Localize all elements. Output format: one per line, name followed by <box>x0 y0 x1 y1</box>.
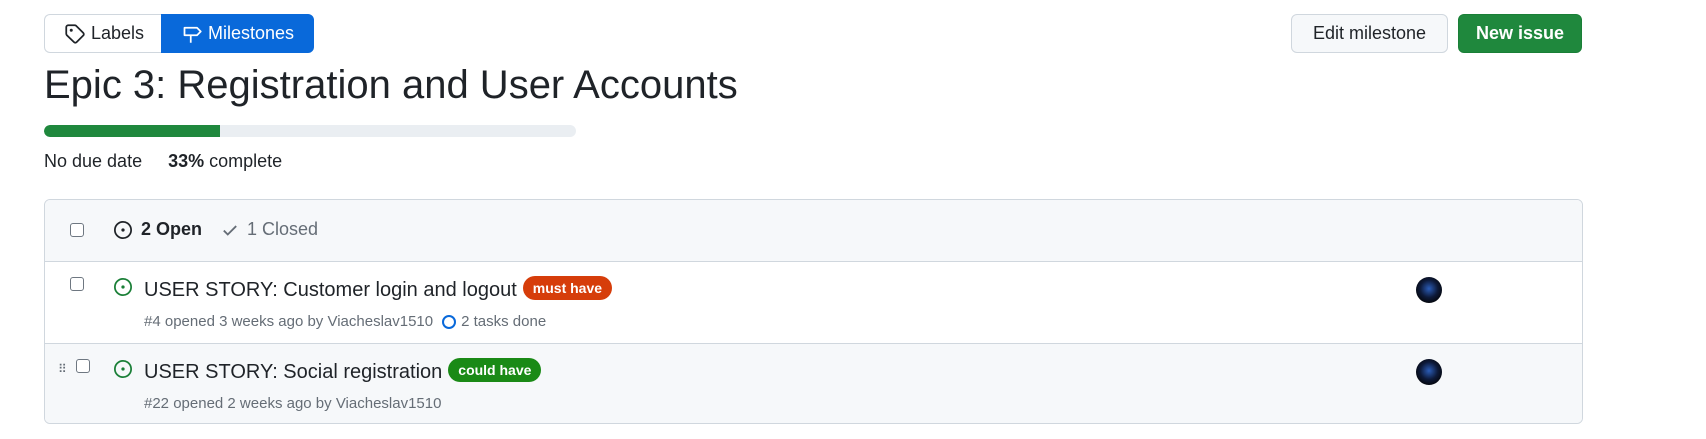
issue-label[interactable]: must have <box>522 276 613 300</box>
closed-issues-filter[interactable]: 1 Closed <box>221 219 318 240</box>
milestone-progress-fill <box>44 125 220 137</box>
issue-row[interactable]: ⠿ USER STORY: Social registration could … <box>45 344 1582 423</box>
issue-opened-info: #4 opened 3 weeks ago by Viacheslav1510 <box>144 313 434 330</box>
tag-icon <box>65 23 85 44</box>
issue-opened-icon <box>114 360 132 378</box>
labels-tab-label: Labels <box>91 23 145 43</box>
edit-milestone-button[interactable]: Edit milestone <box>1291 14 1448 53</box>
milestone-icon <box>183 26 202 43</box>
issue-checkbox[interactable] <box>70 277 84 291</box>
milestone-progress-bar <box>44 125 576 137</box>
completion-percent: 33% <box>168 151 205 171</box>
milestone-meta: No due date 33% complete <box>44 151 282 172</box>
drag-handle-icon[interactable]: ⠿ <box>58 362 67 376</box>
open-count: 2 Open <box>141 219 203 239</box>
closed-count: 1 Closed <box>247 219 319 239</box>
assignee-avatar[interactable] <box>1416 277 1442 303</box>
issue-title-line: USER STORY: Customer login and logout mu… <box>144 276 613 302</box>
new-issue-button[interactable]: New issue <box>1458 14 1582 53</box>
issue-row[interactable]: USER STORY: Customer login and logout mu… <box>45 262 1582 344</box>
issue-meta: #4 opened 3 weeks ago by Viacheslav1510 … <box>144 313 546 330</box>
issue-opened-icon <box>114 278 132 296</box>
labels-milestones-nav: Labels Milestones <box>44 14 314 53</box>
issue-title-link[interactable]: USER STORY: Customer login and logout <box>144 279 517 302</box>
select-all-checkbox[interactable] <box>70 223 84 237</box>
issue-label[interactable]: could have <box>448 358 542 382</box>
issue-meta: #22 opened 2 weeks ago by Viacheslav1510 <box>144 395 441 412</box>
assignee-avatar[interactable] <box>1416 359 1442 385</box>
check-icon <box>223 224 237 236</box>
issue-title-link[interactable]: USER STORY: Social registration <box>144 361 442 384</box>
completion: 33% complete <box>168 151 282 172</box>
issue-title-line: USER STORY: Social registration could ha… <box>144 358 542 384</box>
milestones-tab[interactable]: Milestones <box>161 14 314 53</box>
milestone-title: Epic 3: Registration and User Accounts <box>44 63 738 107</box>
issues-list: 2 Open 1 Closed USER STORY: Customer log… <box>44 199 1583 424</box>
issues-list-header: 2 Open 1 Closed <box>45 200 1582 262</box>
issue-opened-icon <box>114 220 132 239</box>
labels-tab[interactable]: Labels <box>44 14 161 53</box>
task-progress-icon <box>442 314 457 329</box>
milestones-tab-label: Milestones <box>208 23 295 43</box>
task-progress: 2 tasks done <box>441 313 546 330</box>
issue-checkbox[interactable] <box>76 359 90 373</box>
tasks-done: 2 tasks done <box>461 313 547 330</box>
open-issues-filter[interactable]: 2 Open <box>113 219 202 240</box>
issue-opened-info: #22 opened 2 weeks ago by Viacheslav1510 <box>144 395 442 412</box>
completion-label: complete <box>209 151 283 171</box>
due-date: No due date <box>44 151 143 171</box>
